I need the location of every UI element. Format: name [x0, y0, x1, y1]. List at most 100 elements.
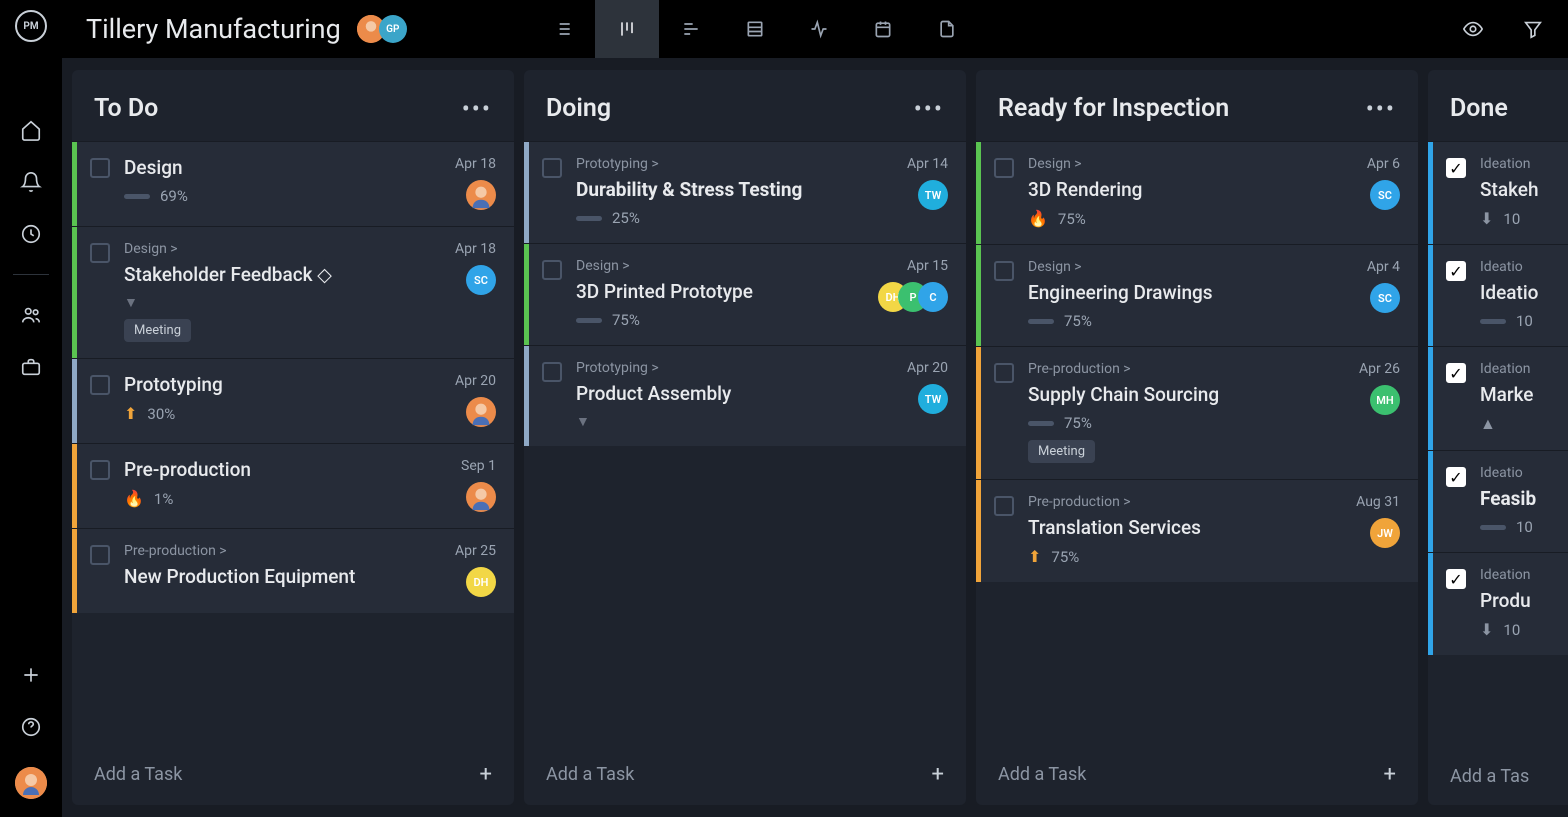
avatar[interactable]: DH	[466, 567, 496, 597]
add-task-label: Add a Task	[94, 764, 182, 785]
add-task-button[interactable]: Add a Task +	[976, 744, 1418, 805]
column-more-icon[interactable]: •••	[1366, 95, 1396, 123]
card-stripe	[72, 227, 77, 358]
task-checkbox[interactable]	[90, 545, 110, 565]
avatar[interactable]: JW	[1370, 518, 1400, 548]
task-card[interactable]: Pre-production 🔥1% Sep 1	[72, 443, 514, 528]
task-checkbox[interactable]	[542, 362, 562, 382]
task-checkbox[interactable]	[90, 375, 110, 395]
task-checkbox[interactable]	[542, 260, 562, 280]
chevron-down-icon[interactable]: ▼	[576, 413, 893, 430]
header-avatar[interactable]: GP	[379, 15, 407, 43]
column-more-icon[interactable]: •••	[914, 95, 944, 123]
bell-icon[interactable]	[19, 170, 43, 194]
card-stripe	[524, 142, 529, 243]
card-breadcrumb: Ideation	[1480, 567, 1568, 583]
clock-icon[interactable]	[19, 222, 43, 246]
task-card[interactable]: Prototyping > Product Assembly ▼ Apr 20 …	[524, 345, 966, 446]
task-checkbox[interactable]: ✓	[1446, 467, 1466, 487]
card-stripe	[72, 359, 77, 443]
file-icon[interactable]	[915, 0, 979, 58]
board-area[interactable]: To Do ••• Design 69% Apr 18	[62, 58, 1568, 817]
plus-icon[interactable]	[19, 663, 43, 687]
avatar[interactable]: TW	[918, 384, 948, 414]
task-checkbox[interactable]	[90, 460, 110, 480]
card-date: Apr 20	[455, 373, 496, 389]
calendar-icon[interactable]	[851, 0, 915, 58]
card-date: Apr 20	[907, 360, 948, 376]
activity-icon[interactable]	[787, 0, 851, 58]
header-avatars[interactable]: GP	[363, 15, 407, 43]
task-card[interactable]: ✓ Ideatio Feasib 10	[1428, 450, 1568, 552]
card-content: Prototyping > Product Assembly ▼	[576, 360, 893, 430]
avatar[interactable]	[466, 482, 496, 512]
task-card[interactable]: Prototyping ⬆30% Apr 20	[72, 358, 514, 443]
avatar[interactable]: SC	[1370, 283, 1400, 313]
task-card[interactable]: Design > 3D Rendering 🔥75% Apr 6 SC	[976, 141, 1418, 244]
task-checkbox[interactable]	[90, 158, 110, 178]
avatar[interactable]: SC	[1370, 180, 1400, 210]
task-checkbox[interactable]: ✓	[1446, 569, 1466, 589]
add-task-button[interactable]: Add a Task +	[524, 744, 966, 805]
progress-row: ⬆30%	[124, 404, 441, 423]
avatar[interactable]: MH	[1370, 385, 1400, 415]
chevron-down-icon[interactable]: ▼	[124, 294, 441, 311]
avatar[interactable]: C	[918, 282, 948, 312]
task-card[interactable]: Design > Stakeholder Feedback ◇ ▼ Meetin…	[72, 226, 514, 358]
home-icon[interactable]	[19, 118, 43, 142]
task-card[interactable]: ✓ Ideatio Ideatio 10	[1428, 244, 1568, 346]
task-checkbox[interactable]	[90, 243, 110, 263]
task-card[interactable]: Pre-production > Translation Services ⬆7…	[976, 479, 1418, 582]
self-avatar[interactable]	[15, 767, 47, 799]
card-percent: 10	[1516, 312, 1533, 330]
avatar[interactable]: SC	[466, 265, 496, 295]
card-date: Apr 6	[1367, 156, 1400, 172]
card-stripe	[524, 346, 529, 446]
board-view-icon[interactable]	[595, 0, 659, 58]
card-avatars[interactable]: DHPC	[878, 282, 948, 312]
task-card[interactable]: ✓ Ideation Stakeh ⬇10	[1428, 141, 1568, 244]
task-card[interactable]: Design > 3D Printed Prototype 75% Apr 15…	[524, 243, 966, 345]
task-checkbox[interactable]	[994, 158, 1014, 178]
task-card[interactable]: Pre-production > Supply Chain Sourcing 7…	[976, 346, 1418, 479]
card-meta: Sep 1	[461, 458, 496, 512]
task-checkbox[interactable]	[994, 496, 1014, 516]
avatar[interactable]	[466, 397, 496, 427]
filter-icon[interactable]	[1522, 18, 1544, 40]
column-title: To Do	[94, 94, 158, 123]
task-checkbox[interactable]: ✓	[1446, 261, 1466, 281]
task-card[interactable]: Prototyping > Durability & Stress Testin…	[524, 141, 966, 243]
add-task-button[interactable]: Add a Task +	[72, 744, 514, 805]
task-checkbox[interactable]	[994, 363, 1014, 383]
progress-bar-icon	[124, 194, 150, 199]
eye-icon[interactable]	[1462, 18, 1484, 40]
list-view-icon[interactable]	[531, 0, 595, 58]
briefcase-icon[interactable]	[19, 355, 43, 379]
column-header: Done	[1428, 70, 1568, 141]
task-card[interactable]: Design 69% Apr 18	[72, 141, 514, 226]
people-icon[interactable]	[19, 303, 43, 327]
task-card[interactable]: ✓ Ideation Produ ⬇10	[1428, 552, 1568, 655]
help-icon[interactable]	[19, 715, 43, 739]
task-card[interactable]: Pre-production > New Production Equipmen…	[72, 528, 514, 613]
column-more-icon[interactable]: •••	[462, 95, 492, 123]
card-meta: Apr 18	[455, 156, 496, 210]
column-header: Doing •••	[524, 70, 966, 141]
task-checkbox[interactable]	[994, 261, 1014, 281]
card-date: Sep 1	[461, 458, 496, 474]
card-tag[interactable]: Meeting	[1028, 440, 1095, 463]
pm-logo[interactable]: PM	[15, 10, 47, 42]
progress-row: ⬆75%	[1028, 547, 1342, 566]
task-card[interactable]: Design > Engineering Drawings 75% Apr 4 …	[976, 244, 1418, 346]
task-checkbox[interactable]: ✓	[1446, 158, 1466, 178]
task-card[interactable]: ✓ Ideation Marke ▲	[1428, 346, 1568, 450]
task-checkbox[interactable]: ✓	[1446, 363, 1466, 383]
avatar[interactable]	[466, 180, 496, 210]
table-view-icon[interactable]	[723, 0, 787, 58]
gantt-view-icon[interactable]	[659, 0, 723, 58]
add-task-label: Add a Task	[998, 764, 1086, 785]
add-task-button[interactable]: Add a Tas	[1428, 748, 1568, 805]
card-tag[interactable]: Meeting	[124, 319, 191, 342]
task-checkbox[interactable]	[542, 158, 562, 178]
avatar[interactable]: TW	[918, 180, 948, 210]
